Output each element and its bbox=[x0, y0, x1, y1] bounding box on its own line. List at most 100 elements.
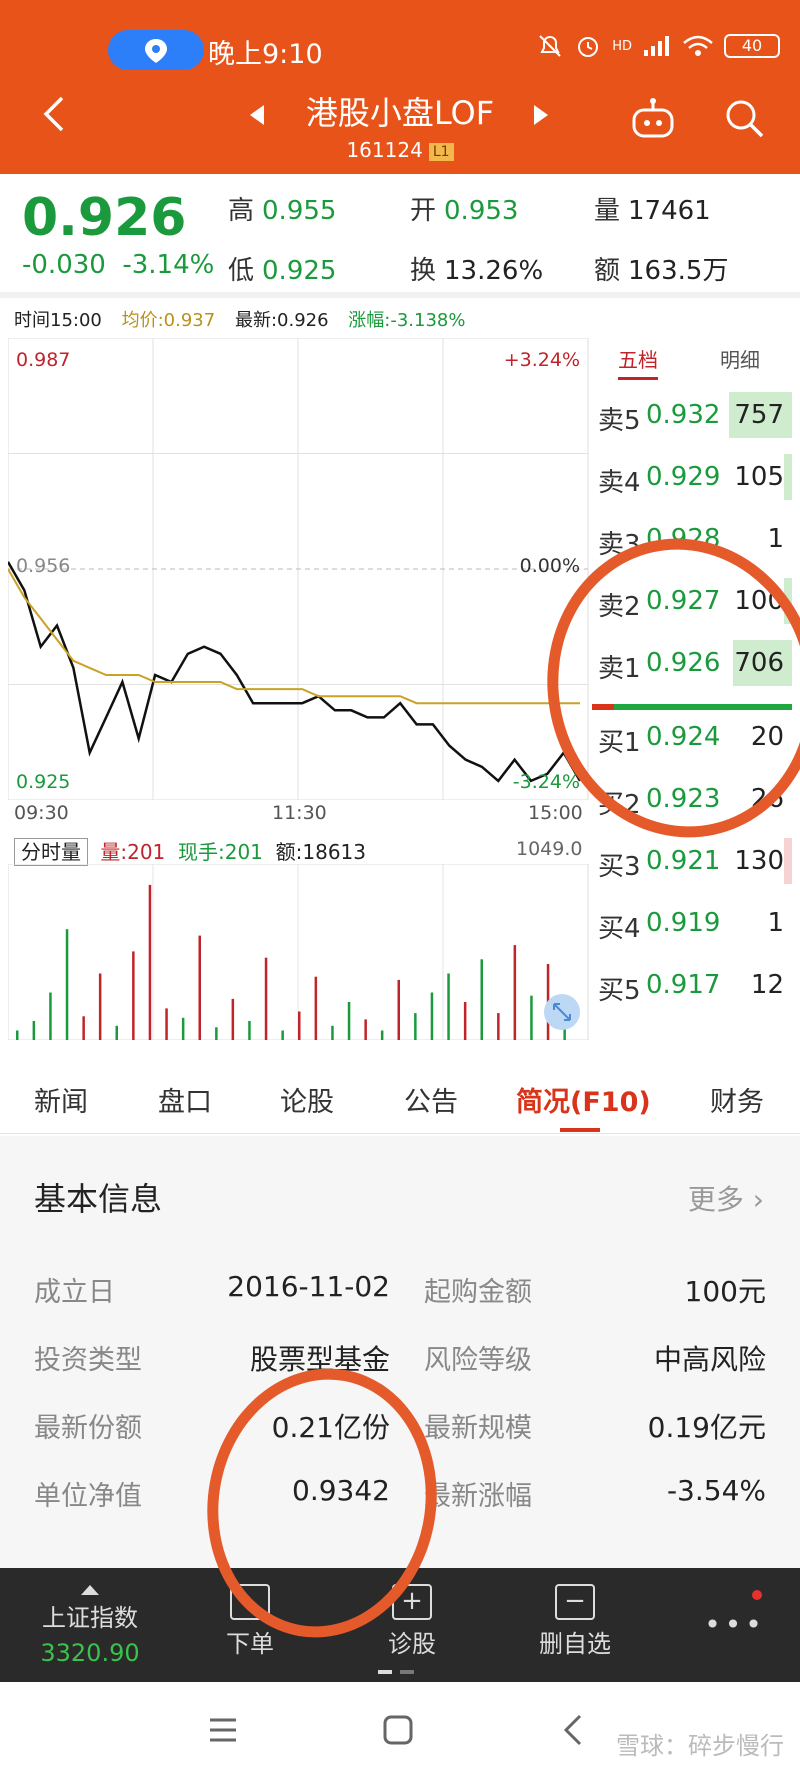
level-qty: 1 bbox=[767, 908, 784, 938]
menu-icon[interactable] bbox=[208, 1716, 238, 1744]
app-header: 晚上9:10 HD 40 港股小盘LOF 161124 L1 bbox=[0, 0, 800, 174]
info-label: 最新规模 bbox=[424, 1413, 532, 1444]
x-end-label: 15:00 bbox=[528, 802, 583, 824]
level-badge: L1 bbox=[428, 142, 454, 161]
location-icon bbox=[145, 39, 167, 63]
volume-bar bbox=[215, 1027, 218, 1040]
volume-bar bbox=[530, 995, 533, 1040]
hand-value: 现手:201 bbox=[178, 840, 263, 864]
more-menu-button[interactable]: ••• bbox=[700, 1568, 770, 1682]
level-qty: 130 bbox=[734, 846, 784, 876]
info-value: 中高风险 bbox=[653, 1343, 766, 1376]
sell-level-row[interactable]: 卖5 0.932 757 bbox=[592, 384, 792, 446]
tab-details[interactable]: 明细 bbox=[720, 344, 760, 373]
volume-bar bbox=[497, 1013, 500, 1040]
more-link[interactable]: 更多 › bbox=[688, 1178, 764, 1218]
y-mid-label: 0.956 bbox=[16, 555, 70, 577]
volume-bar bbox=[447, 973, 450, 1040]
stock-code-line: 161124 L1 bbox=[0, 138, 800, 162]
level-price: 0.932 bbox=[646, 400, 721, 430]
price-change-line: -0.030 -3.14% bbox=[22, 250, 214, 280]
system-nav-bar: 雪球：碎步慢行 bbox=[0, 1682, 800, 1778]
triangle-up-icon bbox=[81, 1585, 99, 1595]
status-icons: HD 40 bbox=[536, 32, 780, 60]
volume-cell: 量 17461 bbox=[594, 190, 711, 227]
info-label: 风险等级 bbox=[424, 1345, 532, 1376]
buy-level-row[interactable]: 买5 0.917 12 bbox=[592, 954, 792, 1016]
chart-time: 时间15:00 bbox=[14, 310, 102, 331]
level-qty: 105 bbox=[734, 462, 784, 492]
price-change: -0.030 bbox=[22, 250, 106, 280]
intraday-price-chart[interactable]: 0.987 0.956 0.925 +3.24% 0.00% -3.24% bbox=[8, 338, 590, 800]
level-price: 0.919 bbox=[646, 908, 721, 938]
remove-watchlist-button[interactable]: − 删自选 bbox=[530, 1568, 620, 1682]
tab-handicap[interactable]: 盘口 bbox=[158, 1080, 212, 1119]
volume-bars bbox=[16, 884, 566, 1040]
chart-latest: 最新:0.926 bbox=[234, 310, 329, 331]
index-name: 上证指数 bbox=[42, 1604, 138, 1632]
last-price: 0.926 bbox=[22, 188, 187, 248]
tab-finance[interactable]: 财务 bbox=[710, 1080, 764, 1119]
volume-bar bbox=[463, 1002, 467, 1040]
notification-dot bbox=[752, 1590, 762, 1600]
stock-name: 港股小盘LOF bbox=[305, 94, 495, 132]
chart-avg: 均价:0.937 bbox=[121, 310, 216, 331]
order-book-tabs: 五档 明细 bbox=[592, 336, 792, 380]
home-icon[interactable] bbox=[382, 1714, 414, 1746]
volume-label: 量 bbox=[594, 196, 621, 226]
pct-bottom-label: -3.24% bbox=[513, 771, 580, 793]
volume-chart[interactable] bbox=[8, 864, 590, 1040]
title-row: 港股小盘LOF 161124 L1 bbox=[0, 88, 800, 174]
pct-mid-label: 0.00% bbox=[520, 555, 580, 577]
sell-level-row[interactable]: 卖4 0.929 105 bbox=[592, 446, 792, 508]
volume-bar bbox=[198, 935, 201, 1040]
section-tabs: 新闻 盘口 论股 公告 简况(F10) 财务 bbox=[0, 1064, 800, 1134]
volume-tab[interactable]: 分时量 bbox=[14, 838, 88, 866]
triangle-right-icon[interactable] bbox=[532, 104, 550, 126]
tab-f10[interactable]: 简况(F10) bbox=[516, 1080, 651, 1119]
info-label: 单位净值 bbox=[34, 1481, 142, 1512]
volume-bar bbox=[165, 1008, 168, 1040]
index-value: 3320.90 bbox=[40, 1639, 140, 1667]
page-indicator bbox=[400, 1670, 414, 1674]
volume-bar bbox=[314, 976, 318, 1040]
index-ticker[interactable]: 上证指数 3320.90 bbox=[20, 1568, 160, 1682]
status-time: 晚上9:10 bbox=[208, 39, 323, 70]
volume-bar bbox=[65, 929, 69, 1040]
tab-announcement[interactable]: 公告 bbox=[404, 1080, 458, 1119]
tab-five-levels[interactable]: 五档 bbox=[618, 344, 658, 380]
level-label: 买3 bbox=[598, 852, 641, 882]
volume-bar bbox=[430, 992, 434, 1040]
volume-bar bbox=[513, 945, 517, 1040]
volume-bar bbox=[148, 884, 152, 1040]
volume-bar bbox=[181, 1017, 185, 1040]
turnover-value: 13.26% bbox=[444, 256, 544, 286]
open-cell: 开 0.953 bbox=[410, 190, 518, 227]
search-icon[interactable] bbox=[722, 96, 766, 140]
volume-header: 分时量 量:201 现手:201 额:18613 bbox=[14, 836, 366, 866]
volume-bar bbox=[32, 1021, 36, 1040]
minus-icon: − bbox=[555, 1584, 595, 1620]
buy-level-row[interactable]: 买4 0.919 1 bbox=[592, 892, 792, 954]
back-icon[interactable] bbox=[560, 1712, 584, 1748]
info-label: 起购金额 bbox=[424, 1277, 532, 1308]
info-label: 成立日 bbox=[34, 1277, 115, 1308]
level-price: 0.929 bbox=[646, 462, 721, 492]
x-mid-label: 11:30 bbox=[272, 802, 327, 824]
volume-bar bbox=[115, 1025, 118, 1040]
amount-cell: 额 163.5万 bbox=[594, 250, 728, 287]
price-change-pct: -3.14% bbox=[122, 250, 215, 280]
tab-discussion[interactable]: 论股 bbox=[280, 1080, 334, 1119]
robot-icon[interactable] bbox=[630, 96, 676, 140]
buy-level-row[interactable]: 买3 0.921 130 bbox=[592, 830, 792, 892]
info-label: 最新份额 bbox=[34, 1413, 142, 1444]
high-label: 高 bbox=[228, 196, 255, 226]
volume-bar bbox=[98, 973, 102, 1040]
high-cell: 高 0.955 bbox=[228, 190, 336, 227]
chevron-right-icon: › bbox=[752, 1183, 764, 1216]
chart-change: 涨幅:-3.138% bbox=[348, 310, 466, 331]
volume-bar bbox=[248, 1021, 251, 1040]
tab-news[interactable]: 新闻 bbox=[34, 1080, 88, 1119]
open-value: 0.953 bbox=[444, 196, 519, 226]
location-pill[interactable] bbox=[108, 30, 204, 70]
